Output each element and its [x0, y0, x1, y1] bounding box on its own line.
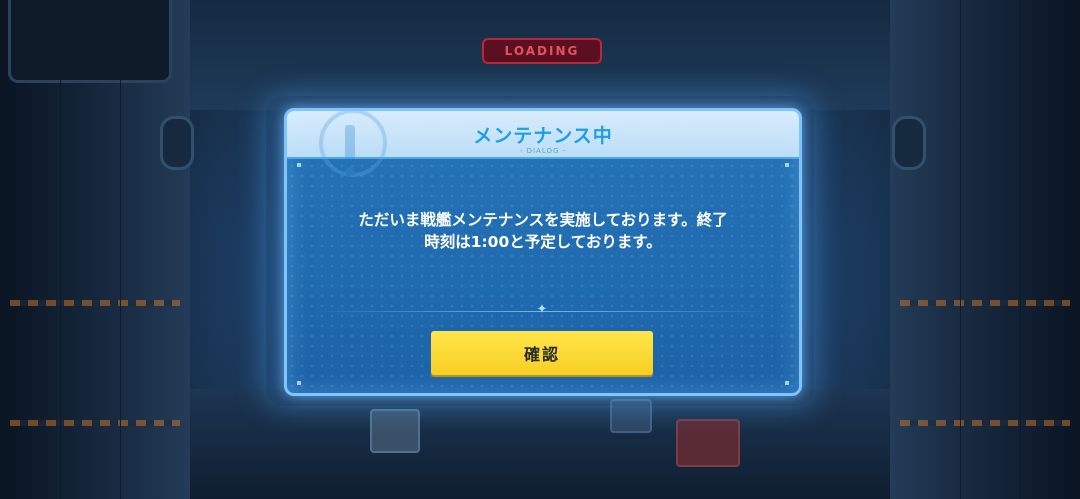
wall-window	[8, 0, 172, 83]
loading-sign: LOADING	[482, 38, 602, 64]
maintenance-dialog: メンテナンス中 - DIALOG - ただいま戦艦メンテナンスを実施しております…	[284, 108, 802, 396]
dialog-message: ただいま戦艦メンテナンスを実施しております。終了 時刻は1:00と予定しておりま…	[307, 209, 779, 253]
message-line-2: 時刻は1:00と予定しております。	[424, 233, 662, 251]
dialog-title: メンテナンス中	[473, 125, 613, 147]
corner-dot	[297, 163, 301, 167]
confirm-button[interactable]: 確認	[431, 331, 653, 375]
corner-dot	[785, 381, 789, 385]
corner-dot	[785, 163, 789, 167]
message-line-1: ただいま戦艦メンテナンスを実施しております。終了	[358, 211, 728, 229]
sparkle-icon: ✦	[536, 302, 548, 317]
right-wall	[890, 0, 1080, 499]
left-wall	[0, 0, 194, 499]
dialog-subtitle: - DIALOG -	[519, 147, 567, 155]
corner-dot	[297, 381, 301, 385]
